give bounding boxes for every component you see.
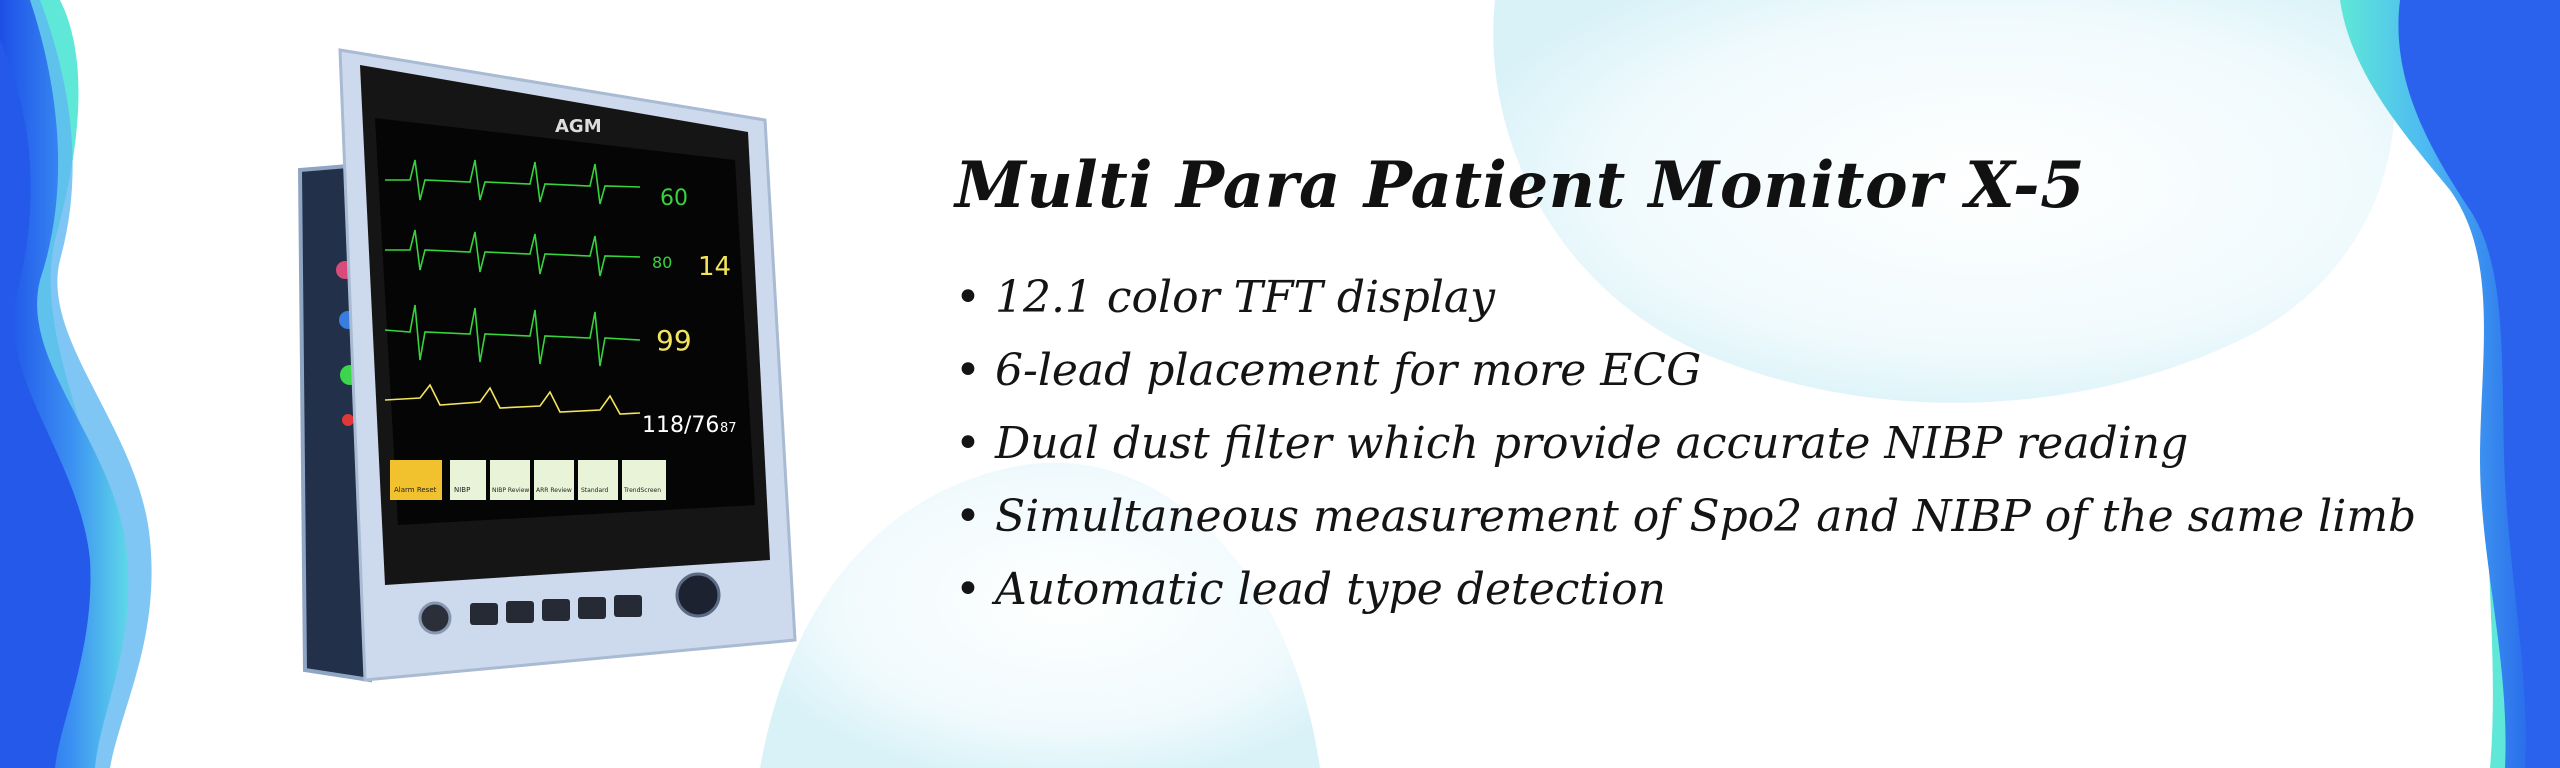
spo2-value: 99 [656, 324, 692, 357]
nibp-value: 118/76 [642, 413, 719, 438]
softkey-label: Alarm Reset [394, 486, 437, 494]
feature-text: Automatic lead type detection [994, 564, 1666, 615]
feature-text: 12.1 color TFT display [994, 272, 1495, 323]
resp-rate: 14 [698, 252, 731, 282]
softkey-arr-review [534, 460, 574, 500]
resp-value: 80 [652, 253, 672, 272]
heart-rate-value: 60 [660, 186, 688, 211]
softkey-alarm-reset [390, 460, 442, 500]
nibp-mean-value: 87 [720, 421, 737, 436]
feature-item: • 6-lead placement for more ECG [955, 334, 2455, 407]
power-button [418, 601, 452, 635]
bullet: • [955, 418, 981, 469]
bullet: • [955, 564, 981, 615]
softkey-nibp-review [490, 460, 530, 500]
rotary-knob [675, 572, 721, 618]
bullet: • [955, 272, 981, 323]
softkey-nibp [450, 460, 486, 500]
product-info: Multi Para Patient Monitor X-5 • 12.1 col… [955, 148, 2455, 626]
softkey-bar: Alarm Reset NIBP NIBP Review ARR Review … [390, 460, 666, 500]
feature-item: • Dual dust filter which provide accurate… [955, 407, 2455, 480]
left-wave [0, 0, 152, 768]
feature-list: • 12.1 color TFT display • 6-lead placemen… [955, 261, 2455, 626]
softkey-label: NIBP [454, 486, 470, 494]
feature-text: Dual dust filter which provide accurate … [994, 418, 2189, 469]
softkey-standard [578, 460, 618, 500]
feature-item: • Automatic lead type detection [955, 553, 2455, 626]
softkey-label: TrendScreen [623, 487, 661, 494]
feature-text: 6-lead placement for more ECG [994, 345, 1702, 396]
softkey-label: NIBP Review [492, 487, 529, 494]
softkey-trendscreen [622, 460, 666, 500]
side-port-red-2 [342, 414, 354, 426]
bullet: • [955, 491, 981, 542]
softkey-label: ARR Review [536, 487, 572, 494]
feature-item: • Simultaneous measurement of Spo2 and NI… [955, 480, 2455, 553]
brand-logo: AGM [555, 116, 602, 137]
bullet: • [955, 345, 981, 396]
product-title: Multi Para Patient Monitor X-5 [955, 148, 2086, 223]
softkey-label: Standard [581, 487, 608, 494]
feature-item: • 12.1 color TFT display [955, 261, 2455, 334]
device-image: AGM 60 80 14 99 118/76 87 Alarm Reset NI… [297, 48, 797, 683]
feature-text: Simultaneous measurement of Spo2 and NIB… [994, 491, 2417, 542]
